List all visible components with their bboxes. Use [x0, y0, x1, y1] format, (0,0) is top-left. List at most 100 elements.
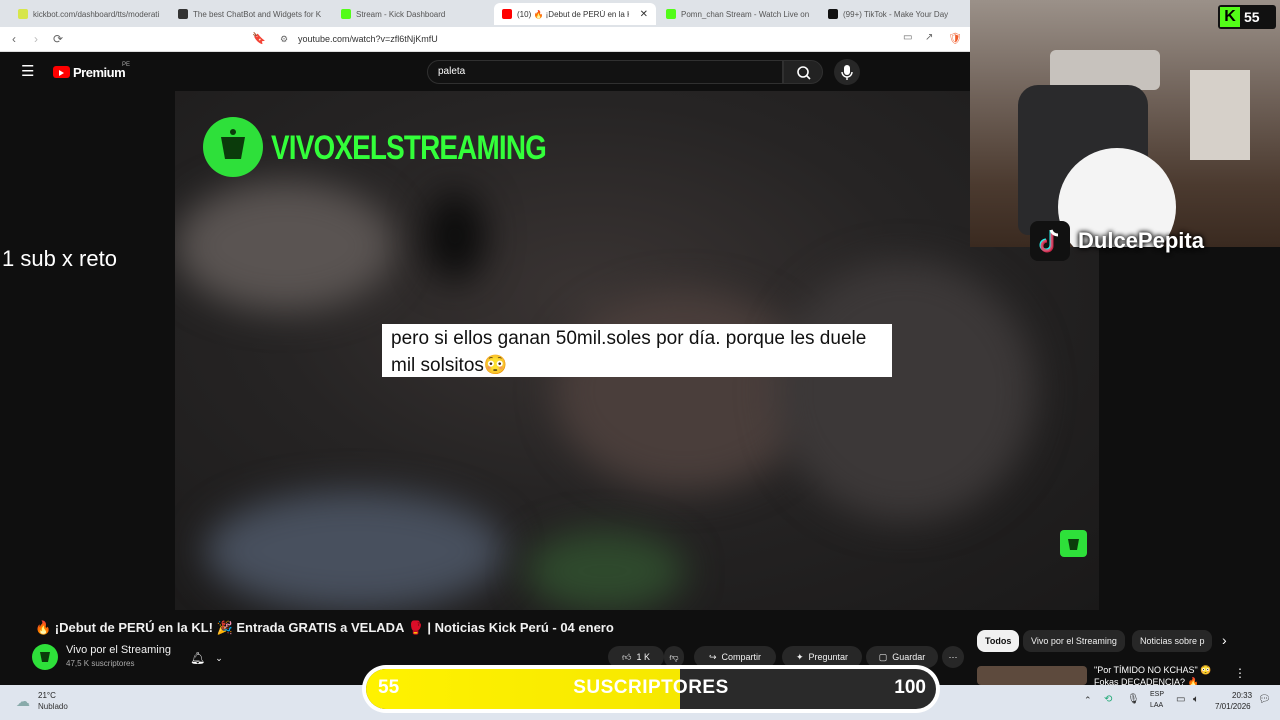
tab-label: kickbot.com/dashboard/tts/moderati	[33, 9, 160, 19]
tab-label: Pomn_chan Stream - Watch Live on	[681, 9, 810, 19]
youtube-header: ☰ Premium PE paleta	[0, 52, 970, 92]
browser-tab-kickbot[interactable]: kickbot.com/dashboard/tts/moderati	[10, 3, 168, 25]
chip-todos[interactable]: Todos	[977, 630, 1020, 652]
chevron-down-icon: ⌄	[215, 652, 223, 663]
cast-icon[interactable]: ▭	[903, 32, 912, 43]
bookmark-icon[interactable]: 🔖	[252, 32, 266, 45]
tab-label: The best ChatBot and Widgets for K	[193, 9, 322, 19]
chevron-right-icon[interactable]: ›	[1222, 632, 1227, 648]
keyboard-layout[interactable]: LAA	[1150, 702, 1163, 709]
search-button[interactable]	[783, 60, 823, 84]
save-label: Guardar	[892, 652, 926, 662]
corner-channel-logo	[1060, 530, 1087, 557]
shelf-shape	[1190, 70, 1250, 160]
microphone-tray-icon[interactable]: 🎙︎	[1127, 694, 1140, 705]
tab-label: Stream - Kick Dashboard	[356, 9, 446, 19]
microphone-icon	[841, 65, 853, 80]
bed-shape	[1050, 50, 1160, 90]
tab-label: (99+) TikTok - Make Your Day	[843, 9, 949, 19]
cloud-icon[interactable]: ☁	[16, 693, 30, 710]
kick-viewer-count: 55	[1244, 9, 1260, 25]
save-playlist-icon: ▢	[878, 651, 888, 662]
volume-icon[interactable]: 🔈︎	[1193, 694, 1199, 705]
like-count: 1 K	[636, 652, 650, 662]
share-label: Compartir	[721, 652, 762, 662]
kick-favicon-icon	[666, 9, 676, 19]
kickbot-favicon-icon	[18, 9, 28, 19]
kick-favicon-icon	[341, 9, 351, 19]
blur-shape	[205, 491, 505, 610]
chevron-up-icon[interactable]: ⌃	[1084, 695, 1092, 706]
brave-shield-icon[interactable]: 🛡	[948, 32, 962, 45]
more-icon: ⋯	[948, 651, 958, 662]
network-icon[interactable]: ▭	[1176, 694, 1185, 705]
blur-shape	[775, 261, 1035, 521]
notification-icon[interactable]: 💬︎	[1258, 694, 1271, 705]
bell-icon: 🔔︎	[190, 651, 206, 665]
browser-tab-bar: kickbot.com/dashboard/tts/moderati The b…	[0, 0, 970, 27]
tiktok-favicon-icon	[828, 9, 838, 19]
recommended-title-line2[interactable]: Fokas DECADENCIA? 🔥	[1094, 677, 1234, 685]
blur-shape	[525, 531, 685, 610]
subscriber-goal-bar: 55 SUSCRIPTORES 100	[362, 665, 940, 713]
youtube-page: ☰ Premium PE paleta VIVOXELSTREAMING per…	[0, 52, 1099, 685]
browser-tab-pomn-chan[interactable]: Pomn_chan Stream - Watch Live on	[658, 3, 816, 25]
kick-logo-icon: K	[1220, 7, 1240, 27]
weather-description[interactable]: Nublado	[38, 702, 68, 711]
search-input[interactable]: paleta	[427, 60, 783, 84]
more-actions-button[interactable]: ⋯	[942, 646, 964, 668]
more-vertical-icon[interactable]: ⋮	[1234, 666, 1246, 680]
channel-name[interactable]: Vivo por el Streaming	[66, 644, 171, 656]
thumbs-down-icon: 👎︎	[669, 651, 679, 662]
sync-icon[interactable]: ⟲	[1104, 694, 1112, 705]
youtube-premium-logo[interactable]: Premium	[73, 65, 126, 80]
weather-temperature[interactable]: 21°C	[38, 691, 56, 700]
address-bar: ‹ › ⟳ 🔖 ⚙ youtube.com/watch?v=zfl6tNjKmf…	[0, 27, 970, 52]
kick-viewer-badge: K 55	[1218, 5, 1276, 29]
youtube-logo-icon[interactable]	[53, 66, 70, 78]
blur-shape	[425, 191, 485, 281]
share-icon[interactable]: ↗	[925, 32, 933, 43]
caption-box: pero si ellos ganan 50mil.soles por día.…	[382, 324, 892, 377]
site-settings-icon[interactable]: ⚙	[280, 34, 288, 45]
video-player[interactable]: VIVOXELSTREAMING pero si ellos ganan 50m…	[175, 91, 1099, 610]
url-field[interactable]: youtube.com/watch?v=zfl6tNjKmfU	[298, 34, 438, 44]
language-code[interactable]: ESP	[1150, 691, 1164, 698]
region-code: PE	[122, 62, 131, 68]
recommended-title[interactable]: "Por TÍMIDO NO KCHAS" 😳	[1094, 665, 1234, 676]
goal-label: SUSCRIPTORES	[573, 677, 729, 698]
channel-watermark-text: VIVOXELSTREAMING	[271, 129, 547, 167]
share-arrow-icon: ↪	[708, 651, 717, 662]
menu-icon[interactable]: ☰	[21, 62, 34, 80]
tiktok-username-overlay: DulcePepita	[1030, 220, 1230, 262]
related-rail: Todos Vivo por el Streaming Noticias sob…	[970, 622, 1280, 685]
chip-news[interactable]: Noticias sobre p	[1132, 630, 1212, 652]
tiktok-logo-icon	[1030, 221, 1070, 261]
browser-tab-kick-dashboard[interactable]: Stream - Kick Dashboard	[333, 3, 491, 25]
channel-avatar[interactable]	[32, 644, 58, 670]
goal-track: 55 SUSCRIPTORES 100	[366, 669, 936, 709]
search-icon	[797, 66, 811, 80]
recommended-thumbnail[interactable]	[977, 666, 1087, 685]
clock-date[interactable]: 7/01/2026	[1215, 702, 1251, 711]
browser-tab-chatbot[interactable]: The best ChatBot and Widgets for K	[170, 3, 328, 25]
reload-icon[interactable]: ⟳	[53, 32, 63, 46]
clock-time[interactable]: 20:33	[1232, 691, 1252, 700]
sparkle-icon: ✦	[795, 651, 804, 662]
search-value: paleta	[438, 66, 466, 77]
voice-search-button[interactable]	[834, 59, 860, 85]
close-tab-icon[interactable]: ✕	[640, 9, 648, 20]
browser-tab-youtube[interactable]: (10) 🔥 ¡Debut de PERÚ en la K ✕	[494, 3, 656, 25]
forward-icon[interactable]: ›	[34, 32, 38, 46]
heart-mascot-icon	[40, 652, 50, 662]
notification-bell-button[interactable]: 🔔︎ ⌄	[190, 648, 230, 668]
browser-tab-tiktok[interactable]: (99+) TikTok - Make Your Day	[820, 3, 970, 25]
chatbot-favicon-icon	[178, 9, 188, 19]
heart-mascot-icon	[1068, 539, 1079, 550]
subscriber-count: 47,5 K suscriptores	[66, 659, 135, 668]
webcam-overlay	[970, 0, 1280, 247]
sub-challenge-text: 1 sub x reto	[2, 246, 117, 271]
back-icon[interactable]: ‹	[12, 32, 16, 46]
chip-channel[interactable]: Vivo por el Streaming	[1023, 630, 1125, 652]
youtube-favicon-icon	[502, 9, 512, 19]
